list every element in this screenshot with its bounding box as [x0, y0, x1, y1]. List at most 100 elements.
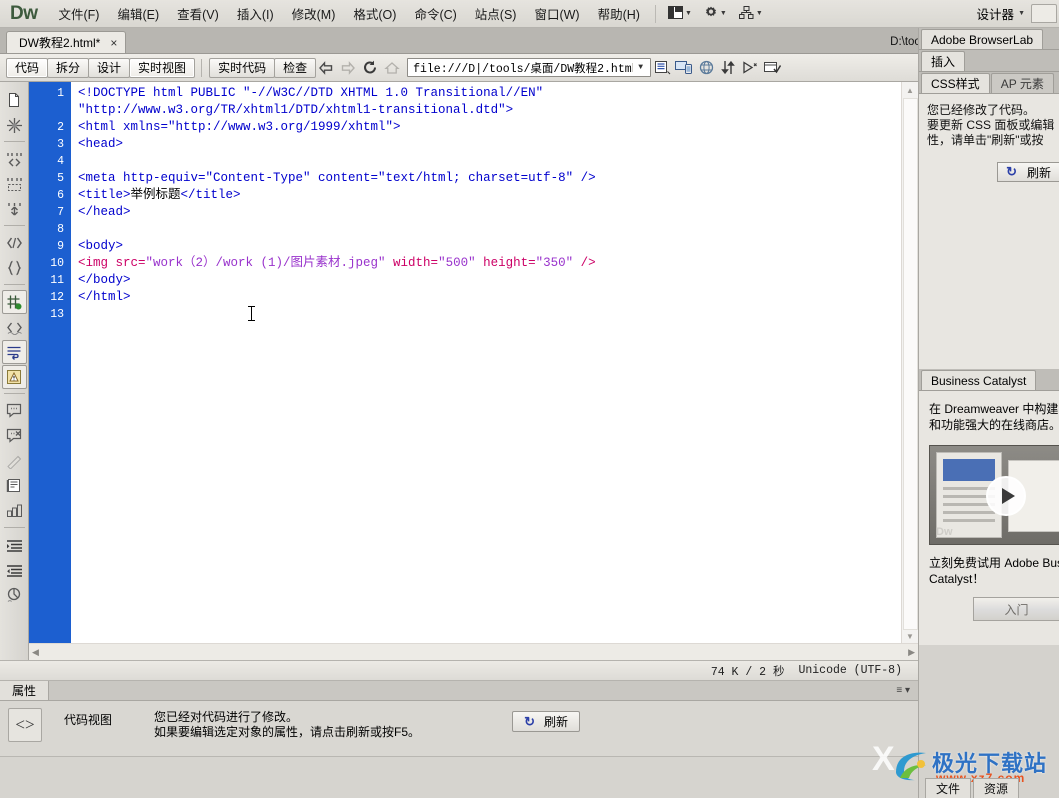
tab-business-catalyst[interactable]: Business Catalyst: [921, 370, 1037, 390]
expand-all-icon[interactable]: [2, 197, 27, 221]
open-documents-icon[interactable]: [2, 88, 27, 112]
menu-view[interactable]: 查看(V): [168, 0, 228, 27]
address-bar[interactable]: file:///D|/tools/桌面/DW教程2.html ▼: [407, 58, 652, 77]
menu-file[interactable]: 文件(F): [50, 0, 109, 27]
home-icon[interactable]: [381, 58, 403, 78]
put-get-icon[interactable]: [717, 58, 739, 78]
code-editor[interactable]: 1 2 3 4 5 6 7 8 9 10 11 12 13 <!DOCTYPE …: [29, 82, 918, 660]
outdent-code-icon[interactable]: [2, 558, 27, 582]
view-button-split[interactable]: 拆分: [47, 57, 90, 78]
scroll-up-icon[interactable]: ▲: [902, 82, 918, 98]
document-toolbar: 代码 拆分 设计 实时视图 实时代码 检查 file:///D|/tools/桌…: [0, 54, 918, 82]
address-value[interactable]: file:///D|/tools/桌面/DW教程2.html: [413, 60, 632, 76]
line-number: 9: [57, 240, 64, 253]
select-parent-tag-icon[interactable]: [2, 231, 27, 255]
properties-refresh-button[interactable]: ↻ 刷新: [512, 711, 580, 732]
live-code-button[interactable]: 实时代码: [209, 57, 276, 78]
close-icon[interactable]: ×: [110, 36, 117, 50]
globe-icon[interactable]: [695, 58, 717, 78]
collapse-outside-selection-icon[interactable]: [2, 147, 27, 171]
code-line: <title>举例标题</title>: [78, 187, 900, 204]
line-number: 12: [50, 291, 64, 304]
css-refresh-row: ↻ 刷新: [919, 148, 1059, 182]
syntax-error-alerts-icon[interactable]: [1, 365, 27, 389]
window-controls-placeholder[interactable]: [1031, 4, 1057, 23]
menu-help[interactable]: 帮助(H): [589, 0, 649, 27]
wrap-tag-icon[interactable]: [2, 449, 27, 473]
code-token: <title>: [78, 188, 131, 202]
refresh-icon[interactable]: [359, 58, 381, 78]
panel-options-icon[interactable]: ≡ ▾: [888, 681, 918, 700]
apply-comment-icon[interactable]: [2, 399, 27, 423]
insert-tab-row: 插入: [919, 50, 1059, 72]
tab-insert[interactable]: 插入: [921, 51, 966, 71]
balance-braces-icon[interactable]: [2, 256, 27, 280]
properties-message: 您已经对代码进行了修改。 如果要编辑选定对象的属性，请点击刷新或按F5。: [154, 708, 420, 740]
menu-format[interactable]: 格式(O): [344, 0, 405, 27]
menu-edit[interactable]: 编辑(E): [108, 0, 168, 27]
menu-window[interactable]: 窗口(W): [525, 0, 588, 27]
site-manage-button[interactable]: ▼: [733, 4, 769, 24]
menu-site[interactable]: 站点(S): [466, 0, 526, 27]
get-started-button[interactable]: 入门: [973, 597, 1059, 621]
recent-snippets-icon[interactable]: [2, 474, 27, 498]
menu-modify[interactable]: 修改(M): [283, 0, 345, 27]
code-token: <html xmlns="http://www.w3.org/1999/xhtm…: [78, 120, 401, 134]
scroll-right-icon[interactable]: ▶: [908, 647, 915, 658]
word-wrap-icon[interactable]: [1, 340, 27, 364]
toolbar-divider: [201, 58, 203, 77]
tab-adobe-browserlab[interactable]: Adobe BrowserLab: [921, 29, 1044, 49]
collapse-full-tag-icon[interactable]: [2, 113, 27, 137]
chevron-down-icon[interactable]: ▼: [1018, 10, 1025, 17]
properties-tab-filler: [49, 681, 888, 700]
dreamweaver-badge: Dw: [936, 526, 953, 538]
play-button-icon[interactable]: [986, 476, 1026, 516]
tab-row-filler: [966, 51, 1059, 71]
indent-code-icon[interactable]: [2, 533, 27, 557]
preview-in-browser-icon[interactable]: [673, 58, 695, 78]
visual-aids-icon[interactable]: [739, 58, 761, 78]
coding-toolbar: [0, 82, 29, 660]
vertical-scroll-thumb[interactable]: [903, 98, 918, 630]
menubar-divider: [654, 4, 656, 23]
layout-switch-button[interactable]: ▼: [662, 4, 698, 24]
remove-comment-icon[interactable]: [2, 424, 27, 448]
code-text-area[interactable]: <!DOCTYPE html PUBLIC "-//W3C//DTD XHTML…: [71, 82, 900, 660]
highlight-invalid-code-icon[interactable]: [2, 315, 27, 339]
format-source-code-icon[interactable]: [2, 583, 27, 607]
code-token: </html>: [78, 290, 131, 304]
tab-css-styles[interactable]: CSS样式: [921, 73, 990, 93]
back-arrow-icon[interactable]: [315, 58, 337, 78]
forward-arrow-icon[interactable]: [337, 58, 359, 78]
business-catalyst-video-thumbnail[interactable]: Dw: [929, 445, 1059, 545]
extend-dreamweaver-button[interactable]: ▼: [698, 3, 733, 24]
scroll-down-icon[interactable]: ▼: [902, 628, 918, 644]
view-button-live[interactable]: 实时视图: [129, 57, 196, 78]
menu-commands[interactable]: 命令(C): [405, 0, 465, 27]
tab-ap-elements[interactable]: AP 元素: [990, 73, 1054, 93]
properties-tab[interactable]: 属性: [0, 681, 50, 700]
menu-insert[interactable]: 插入(I): [228, 0, 283, 27]
document-tab[interactable]: DW教程2.html* ×: [6, 31, 127, 53]
editor-horizontal-scrollbar[interactable]: ◀ ▶: [29, 643, 918, 660]
validate-markup-icon[interactable]: [761, 58, 783, 78]
toolbar-divider: [3, 225, 25, 226]
scroll-left-icon[interactable]: ◀: [32, 647, 39, 658]
inspect-button[interactable]: 检查: [274, 57, 317, 78]
collapse-selection-icon[interactable]: [2, 172, 27, 196]
workspace-switcher-label[interactable]: 设计器: [973, 4, 1019, 23]
line-numbers-icon[interactable]: [1, 290, 27, 314]
refresh-icon: ↻: [524, 713, 535, 729]
move-css-rules-icon[interactable]: [2, 499, 27, 523]
code-token: "500": [438, 256, 476, 270]
view-button-code[interactable]: 代码: [6, 57, 49, 78]
document-tab-bar: DW教程2.html* ×: [0, 28, 918, 54]
text-cursor-icon: [248, 306, 255, 321]
file-management-icon[interactable]: [651, 58, 673, 78]
bc-text-line1: 在 Dreamweaver 中构建: [929, 402, 1059, 416]
css-refresh-button[interactable]: ↻ 刷新: [997, 162, 1059, 182]
view-button-design[interactable]: 设计: [88, 57, 131, 78]
editor-vertical-scrollbar[interactable]: ▲ ▼: [901, 82, 918, 644]
chevron-down-icon[interactable]: ▼: [632, 63, 648, 72]
